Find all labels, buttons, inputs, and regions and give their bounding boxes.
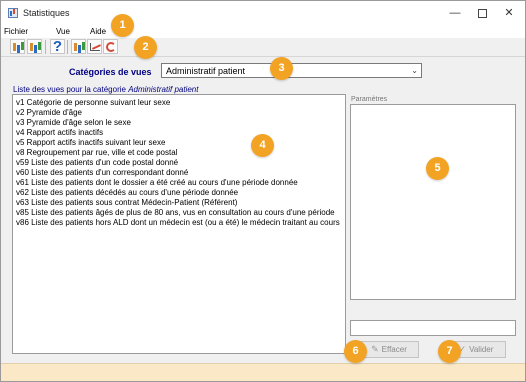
list-item[interactable]: v86 Liste des patients hors ALD dont un … [16,218,340,228]
help-button[interactable]: ? [50,38,65,55]
callout-badge-5: 5 [426,157,449,180]
line-chart-icon [90,43,100,51]
toolbar: ? [1,38,525,57]
bar-chart-icon [74,43,77,51]
parameters-panel[interactable] [350,104,516,300]
parameter-input[interactable] [350,320,516,336]
toolbar-separator [45,40,46,54]
menu-aide[interactable]: Aide [90,27,106,36]
maximize-icon [477,8,487,18]
validate-button-label: Valider [469,345,494,354]
open-report-button[interactable] [10,39,25,54]
toolbar-separator [67,40,68,54]
erase-button[interactable]: ✎ Effacer [359,341,419,358]
views-list[interactable]: v1 Catégorie de personne suivant leur se… [12,94,346,354]
list-item[interactable]: v60 Liste des patients d'un correspondan… [16,168,188,178]
list-item[interactable]: v85 Liste des patients âgés de plus de 8… [16,208,335,218]
export-icon [30,43,33,51]
report-icon [13,43,16,51]
list-item[interactable]: v3 Pyramide d'âge selon le sexe [16,118,131,128]
callout-badge-4: 4 [251,134,274,157]
menu-vue[interactable]: Vue [56,27,70,36]
help-icon: ? [52,38,63,55]
refresh-button[interactable] [103,39,118,54]
status-bar [1,363,525,381]
menu-bar: Fichier Vue Aide [1,25,525,38]
menu-fichier[interactable]: Fichier [4,27,28,36]
chevron-down-icon: ⌄ [411,66,418,75]
callout-badge-6: 6 [344,340,367,363]
list-item[interactable]: v61 Liste des patients dont le dossier a… [16,178,298,188]
list-item[interactable]: v8 Regroupement par rue, ville et code p… [16,148,177,158]
list-item[interactable]: v5 Rapport actifs inactifs suivant leur … [16,138,165,148]
callout-badge-3: 3 [270,57,293,80]
list-item[interactable]: v2 Pyramide d'âge [16,108,82,118]
line-chart-button[interactable] [87,39,102,54]
eraser-icon: ✎ [371,344,379,354]
list-item[interactable]: v1 Catégorie de personne suivant leur se… [16,98,170,108]
app-chart-icon [8,8,18,18]
list-item[interactable]: v4 Rapport actifs inactifs [16,128,103,138]
statistics-window: Statistiques — ✕ Fichier Vue Aide ? Caté… [0,0,526,382]
callout-badge-1: 1 [111,14,134,37]
list-caption: Liste des vues pour la catégorie Adminis… [13,85,198,94]
category-select-value: Administratif patient [166,66,246,76]
close-button[interactable]: ✕ [495,4,523,22]
export-report-button[interactable] [27,39,42,54]
categories-label: Catégories de vues [69,67,152,77]
list-item[interactable]: v59 Liste des patients d'un code postal … [16,158,178,168]
list-caption-category: Administratif patient [128,85,199,94]
maximize-button[interactable] [468,4,496,22]
callout-badge-7: 7 [438,340,461,363]
refresh-icon [106,42,116,52]
bar-chart-button[interactable] [71,39,86,54]
erase-button-label: Effacer [381,345,407,354]
callout-badge-2: 2 [134,36,157,59]
list-item[interactable]: v63 Liste des patients sous contrat Méde… [16,198,237,208]
minimize-button[interactable]: — [441,4,469,22]
parameters-label: Paramètres [351,96,388,103]
list-caption-prefix: Liste des vues pour la catégorie [13,85,126,94]
window-title: Statistiques [23,8,70,18]
list-item[interactable]: v62 Liste des patients décédés au cours … [16,188,238,198]
title-bar: Statistiques — ✕ [1,1,525,25]
